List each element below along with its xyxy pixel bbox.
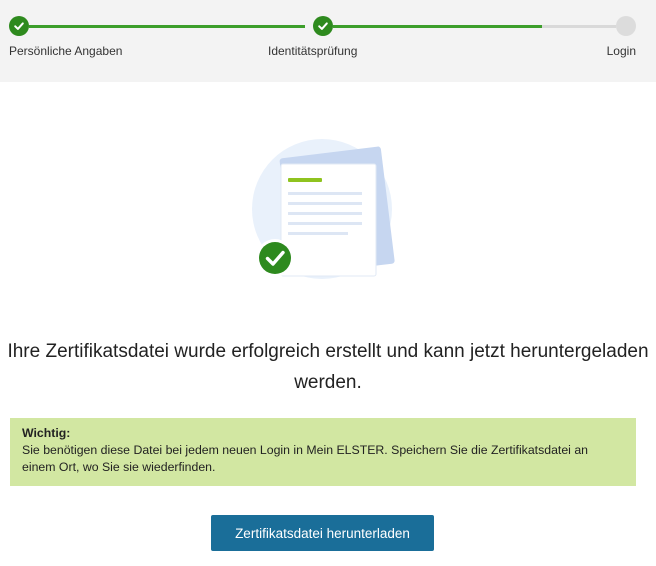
important-notice: Wichtig: Sie benötigen diese Datei bei j…	[10, 418, 636, 486]
success-message-text: Ihre Zertifikatsdatei wurde erfolgreich …	[7, 341, 649, 393]
step-2-check-icon	[313, 16, 333, 36]
step-label-personal-data: Persönliche Angaben	[9, 44, 123, 58]
document-check-icon	[252, 138, 412, 288]
progress-stepper: Persönliche Angaben Identitätsprüfung Lo…	[0, 0, 656, 82]
step-3-pending-icon	[616, 16, 636, 36]
success-message: Ihre Zertifikatsdatei wurde erfolgreich …	[0, 336, 656, 398]
step-connector-2-completed	[333, 25, 542, 28]
download-certificate-button[interactable]: Zertifikatsdatei herunterladen	[211, 515, 434, 551]
step-label-login: Login	[606, 44, 636, 58]
important-notice-title: Wichtig:	[22, 426, 71, 440]
page: Persönliche Angaben Identitätsprüfung Lo…	[0, 0, 656, 566]
step-connector-2-pending	[542, 25, 616, 28]
step-connector-1	[29, 25, 305, 28]
step-label-identity-check: Identitätsprüfung	[268, 44, 358, 58]
step-1-check-icon	[9, 16, 29, 36]
important-notice-text: Sie benötigen diese Datei bei jedem neue…	[22, 443, 588, 474]
